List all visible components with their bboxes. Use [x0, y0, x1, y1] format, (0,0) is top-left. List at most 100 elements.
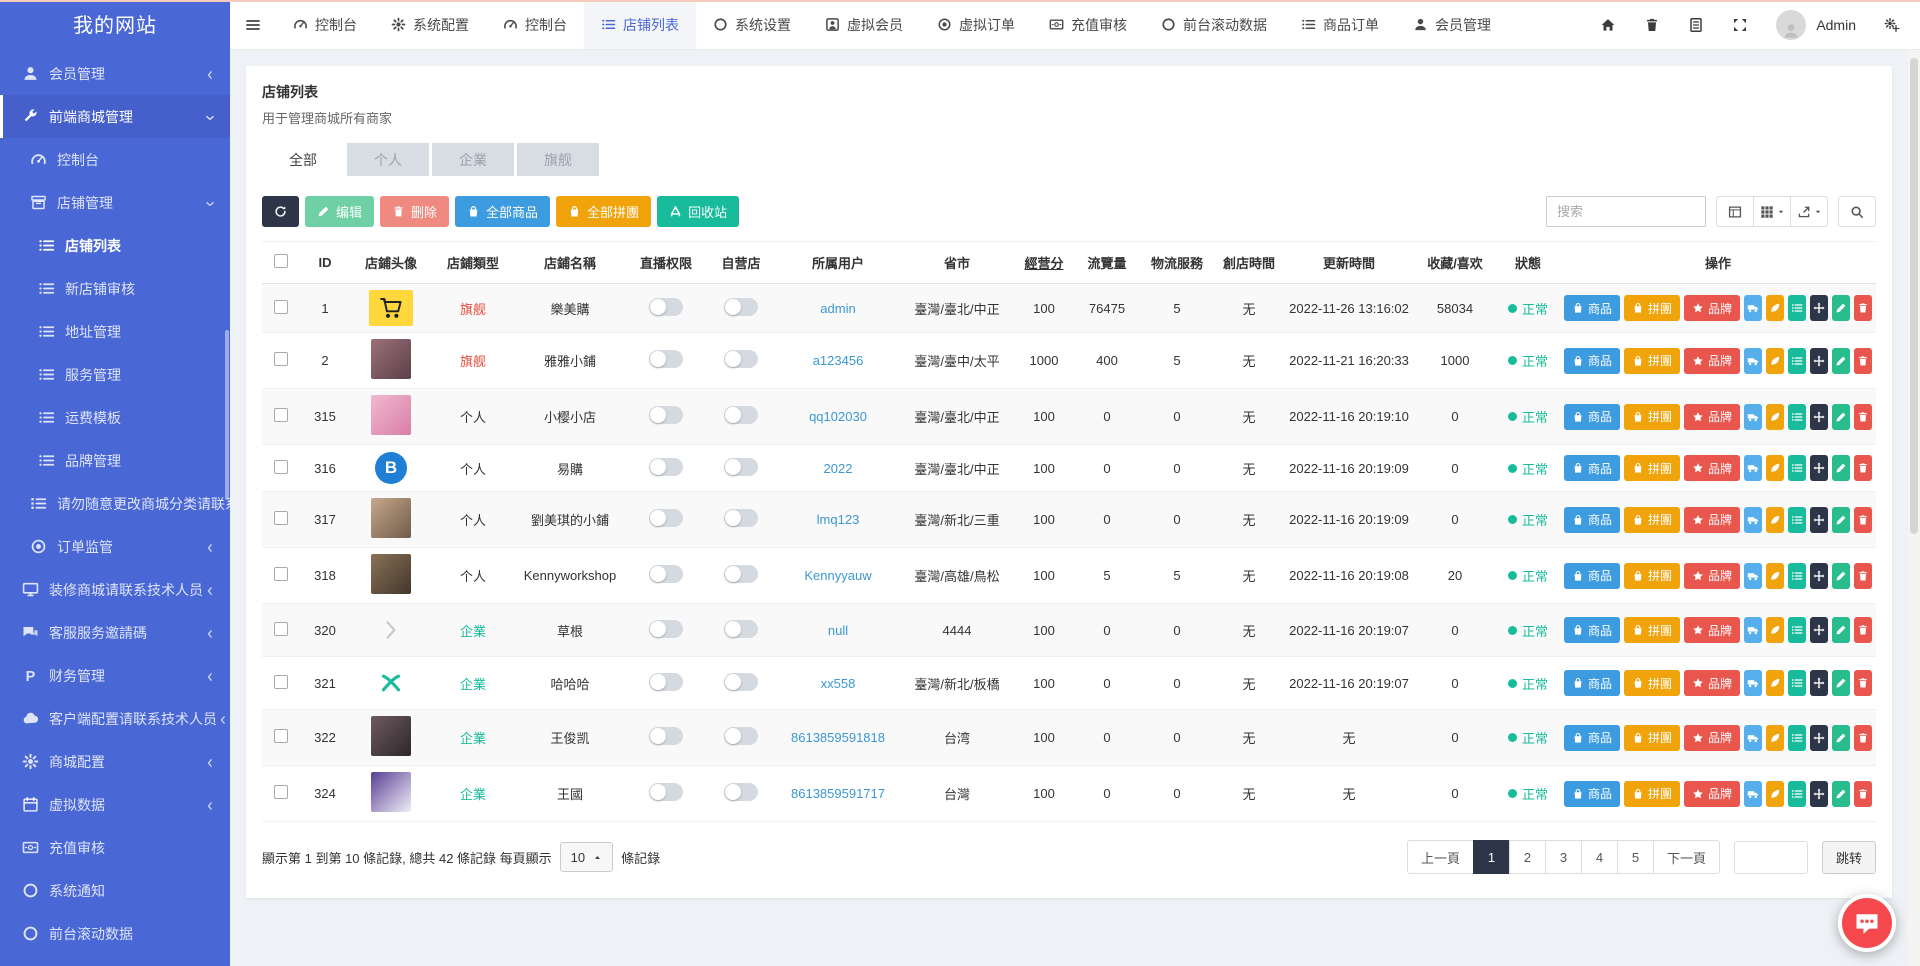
edit-row-button[interactable]: [1832, 506, 1850, 533]
move-button[interactable]: [1810, 617, 1828, 643]
list-button[interactable]: [1788, 347, 1807, 374]
goods-button[interactable]: 商品: [1564, 506, 1621, 533]
brand-button[interactable]: 品牌: [1684, 295, 1741, 321]
admin-menu[interactable]: Admin: [1776, 9, 1856, 40]
sidebar-item-客服服务邀請碼[interactable]: 客服服务邀請碼: [0, 611, 230, 654]
nav-item-充值审核[interactable]: 充值审核: [1032, 0, 1144, 49]
leaf-button[interactable]: [1766, 670, 1785, 696]
delete-row-button[interactable]: [1853, 347, 1872, 374]
settings-gears-icon[interactable]: [1884, 17, 1900, 33]
column-header-score[interactable]: 經营分: [1014, 241, 1074, 284]
brand-button[interactable]: 品牌: [1684, 403, 1741, 430]
delete-row-button[interactable]: [1853, 670, 1872, 696]
nav-item-商品订单[interactable]: 商品订单: [1284, 0, 1396, 49]
leaf-button[interactable]: [1766, 724, 1785, 751]
goods-button[interactable]: 商品: [1564, 562, 1621, 589]
live-permission-toggle[interactable]: [649, 406, 683, 424]
self-operated-toggle[interactable]: [724, 619, 758, 638]
brand-button[interactable]: 品牌: [1684, 506, 1741, 533]
goods-button[interactable]: 商品: [1564, 724, 1621, 751]
logistics-button[interactable]: [1744, 506, 1763, 533]
owner-user-link[interactable]: xx558: [821, 676, 856, 691]
move-button[interactable]: [1810, 670, 1828, 696]
sidebar-scrollbar[interactable]: [225, 330, 229, 500]
chat-fab-button[interactable]: [1838, 894, 1896, 952]
page-size-select[interactable]: 10: [559, 842, 614, 872]
live-permission-toggle[interactable]: [649, 672, 683, 691]
delete-row-button[interactable]: [1853, 295, 1872, 321]
edit-row-button[interactable]: [1832, 347, 1850, 374]
trash-icon[interactable]: [1644, 17, 1660, 33]
sidebar-item-订单监管[interactable]: 订单监管: [0, 525, 230, 568]
leaf-button[interactable]: [1766, 347, 1785, 374]
owner-user-link[interactable]: 2022: [824, 461, 853, 476]
nav-item-控制台[interactable]: 控制台: [276, 0, 374, 49]
page-button-3[interactable]: 3: [1544, 840, 1582, 874]
goods-button[interactable]: 商品: [1564, 455, 1621, 481]
delete-row-button[interactable]: [1853, 617, 1872, 643]
select-all-checkbox[interactable]: [274, 254, 288, 268]
move-button[interactable]: [1810, 724, 1828, 751]
self-operated-toggle[interactable]: [724, 457, 758, 476]
logistics-button[interactable]: [1744, 455, 1763, 481]
owner-user-link[interactable]: Kennyyauw: [804, 568, 871, 583]
row-checkbox[interactable]: [274, 729, 288, 743]
prev-page-button[interactable]: 上一頁: [1406, 840, 1474, 874]
tab-个人[interactable]: 个人: [347, 143, 429, 176]
owner-user-link[interactable]: admin: [820, 301, 855, 316]
row-checkbox[interactable]: [274, 408, 288, 422]
page-button-2[interactable]: 2: [1508, 840, 1546, 874]
move-button[interactable]: [1810, 347, 1828, 374]
menu-toggle-icon[interactable]: [230, 0, 276, 49]
list-button[interactable]: [1788, 724, 1807, 751]
group-button[interactable]: 拼團: [1624, 455, 1681, 481]
live-permission-toggle[interactable]: [649, 619, 683, 638]
logistics-button[interactable]: [1744, 403, 1763, 430]
leaf-button[interactable]: [1766, 403, 1785, 430]
self-operated-toggle[interactable]: [724, 672, 758, 691]
move-button[interactable]: [1810, 455, 1828, 481]
goods-button[interactable]: 商品: [1564, 780, 1621, 807]
owner-user-link[interactable]: a123456: [813, 353, 864, 368]
tab-企業[interactable]: 企業: [432, 143, 514, 176]
edit-row-button[interactable]: [1832, 670, 1850, 696]
group-button[interactable]: 拼團: [1624, 724, 1681, 751]
nav-item-会员管理[interactable]: 会员管理: [1396, 0, 1508, 49]
page-scrollbar[interactable]: [1908, 50, 1920, 966]
owner-user-link[interactable]: lmq123: [817, 512, 860, 527]
recycle-bin-button[interactable]: 回收站: [657, 196, 740, 227]
jump-page-input[interactable]: [1733, 840, 1808, 874]
leaf-button[interactable]: [1766, 295, 1785, 321]
toggle-detail-view-button[interactable]: [1716, 196, 1754, 227]
goods-button[interactable]: 商品: [1564, 617, 1621, 643]
move-button[interactable]: [1810, 295, 1828, 321]
jump-button[interactable]: 跳转: [1821, 840, 1876, 874]
live-permission-toggle[interactable]: [649, 350, 683, 368]
all-goods-button[interactable]: 全部商品: [455, 196, 551, 227]
fullscreen-icon[interactable]: [1732, 17, 1748, 33]
nav-item-虚拟会员[interactable]: 虚拟会员: [808, 0, 920, 49]
nav-item-虚拟订单[interactable]: 虚拟订单: [920, 0, 1032, 49]
sidebar-item-财务管理[interactable]: P 财务管理: [0, 654, 230, 697]
brand-button[interactable]: 品牌: [1684, 724, 1741, 751]
list-button[interactable]: [1788, 506, 1807, 533]
sidebar-item-充值审核[interactable]: 充值审核: [0, 826, 230, 869]
brand-button[interactable]: 品牌: [1684, 455, 1741, 481]
nav-item-控制台[interactable]: 控制台: [486, 0, 584, 49]
move-button[interactable]: [1810, 506, 1828, 533]
row-checkbox[interactable]: [274, 785, 288, 799]
edit-row-button[interactable]: [1832, 562, 1850, 589]
list-button[interactable]: [1788, 295, 1807, 321]
sidebar-item-装修商城请联系技术人员[interactable]: 装修商城请联系技术人员: [0, 568, 230, 611]
sidebar-item-商城配置[interactable]: 商城配置: [0, 740, 230, 783]
sidebar-item-请勿随意更改商城分类请联系技术人员[interactable]: 请勿随意更改商城分类请联系技术人员: [0, 482, 230, 525]
list-button[interactable]: [1788, 562, 1807, 589]
logistics-button[interactable]: [1744, 670, 1763, 696]
brand-button[interactable]: 品牌: [1684, 562, 1741, 589]
nav-item-店铺列表[interactable]: 店铺列表: [584, 0, 696, 49]
row-checkbox[interactable]: [274, 459, 288, 474]
owner-user-link[interactable]: 8613859591818: [791, 730, 885, 745]
row-checkbox[interactable]: [274, 567, 288, 581]
delete-row-button[interactable]: [1853, 724, 1872, 751]
group-button[interactable]: 拼團: [1624, 670, 1681, 696]
